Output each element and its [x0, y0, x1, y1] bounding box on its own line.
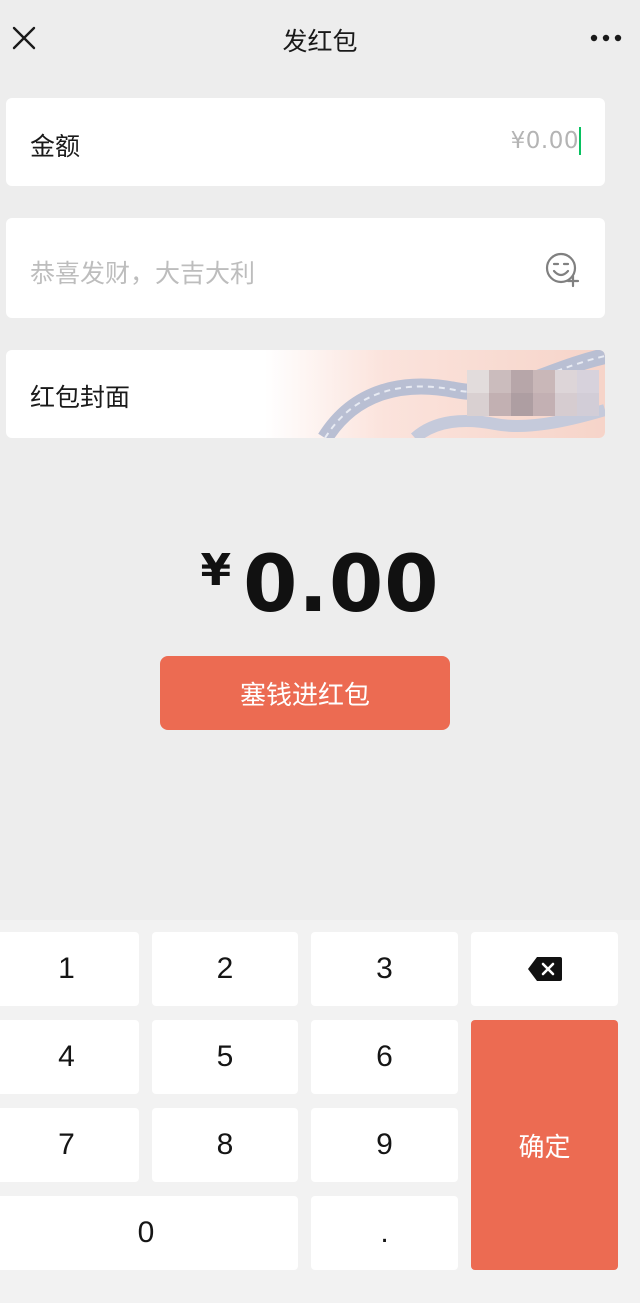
key-5[interactable]: 5: [152, 1020, 298, 1094]
cover-selector[interactable]: 红包封面: [6, 350, 605, 438]
page-title: 发红包: [282, 27, 358, 56]
text-caret: [579, 127, 581, 155]
key-8[interactable]: 8: [152, 1108, 298, 1182]
nav-bar: 发红包: [0, 0, 640, 80]
key-6[interactable]: 6: [311, 1020, 458, 1094]
more-icon: [590, 34, 622, 42]
submit-button[interactable]: 塞钱进红包: [160, 656, 450, 730]
key-4[interactable]: 4: [0, 1020, 139, 1094]
key-9[interactable]: 9: [311, 1108, 458, 1182]
greeting-field[interactable]: 恭喜发财，大吉大利: [6, 218, 605, 318]
total-amount-value: 0.00: [243, 540, 440, 630]
delete-button[interactable]: [471, 932, 618, 1006]
emoji-icon[interactable]: [543, 250, 583, 290]
key-decimal[interactable]: .: [311, 1196, 458, 1270]
backspace-icon: [527, 957, 562, 981]
key-3[interactable]: 3: [311, 932, 458, 1006]
amount-label: 金额: [30, 132, 81, 161]
key-2[interactable]: 2: [152, 932, 298, 1006]
key-7[interactable]: 7: [0, 1108, 139, 1182]
more-button[interactable]: [586, 22, 626, 54]
key-0[interactable]: 0: [0, 1196, 298, 1270]
cover-preview-thumbnail: [467, 370, 599, 416]
cover-label: 红包封面: [30, 383, 131, 412]
number-keypad: 1 2 3 4 5 6 7 8 9 0 . 确定: [0, 920, 640, 1303]
greeting-input[interactable]: 恭喜发财，大吉大利: [30, 254, 255, 290]
key-1[interactable]: 1: [0, 932, 139, 1006]
currency-symbol: ¥: [200, 545, 232, 596]
confirm-button[interactable]: 确定: [471, 1020, 618, 1270]
total-amount: ¥0.00: [0, 540, 640, 630]
amount-input-value[interactable]: ¥0.00: [511, 128, 579, 154]
amount-field[interactable]: 金额 ¥0.00: [6, 98, 605, 186]
